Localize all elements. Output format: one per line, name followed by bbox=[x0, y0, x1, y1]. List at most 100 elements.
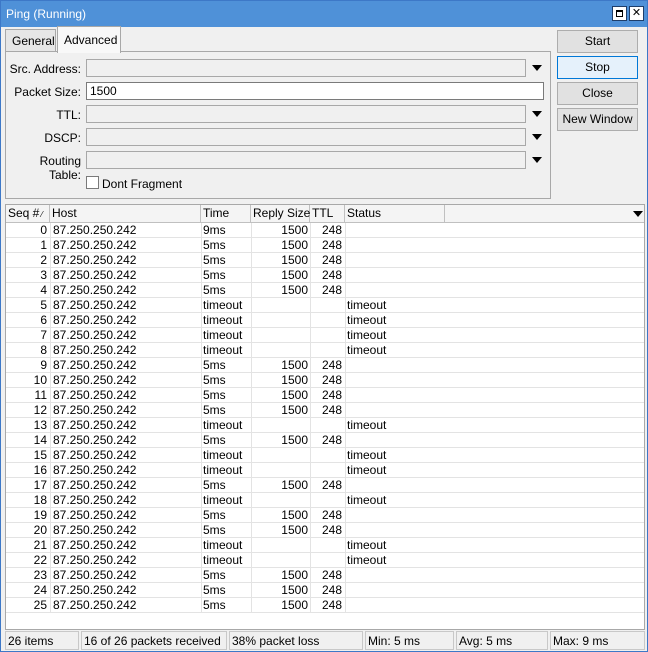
cell-host: 87.250.250.242 bbox=[53, 343, 137, 357]
cell-host: 87.250.250.242 bbox=[53, 463, 137, 477]
cell-host: 87.250.250.242 bbox=[53, 403, 137, 417]
src-address-field[interactable] bbox=[86, 59, 526, 77]
table-row[interactable]: 19 87.250.250.242 5ms 1500 248 bbox=[6, 508, 644, 523]
cell-reply-size: 1500 bbox=[281, 223, 308, 237]
cell-time: 5ms bbox=[203, 373, 226, 387]
cell-status bbox=[347, 238, 443, 253]
dont-fragment-label: Dont Fragment bbox=[102, 177, 183, 191]
status-bar: 26 items 16 of 26 packets received 38% p… bbox=[5, 631, 645, 650]
cell-status: timeout bbox=[347, 328, 387, 342]
sort-icon: ⁄ bbox=[41, 210, 43, 219]
table-row[interactable]: 8 87.250.250.242 timeout timeout bbox=[6, 343, 644, 358]
cell-reply-size bbox=[251, 493, 308, 508]
column-header-time[interactable]: Time bbox=[201, 205, 251, 223]
table-row[interactable]: 12 87.250.250.242 5ms 1500 248 bbox=[6, 403, 644, 418]
cell-status bbox=[347, 283, 443, 298]
cell-seq: 6 bbox=[40, 313, 47, 327]
dscp-field[interactable] bbox=[86, 128, 526, 146]
column-header-seq[interactable]: Seq # ⁄ bbox=[6, 205, 50, 223]
src-address-dropdown-icon[interactable] bbox=[532, 65, 542, 71]
ping-results-table[interactable]: Seq # ⁄ Host Time Reply Size TTL Status 0… bbox=[5, 204, 645, 630]
cell-seq: 4 bbox=[40, 283, 47, 297]
table-row[interactable]: 21 87.250.250.242 timeout timeout bbox=[6, 538, 644, 553]
cell-time: timeout bbox=[203, 418, 243, 432]
cell-seq: 17 bbox=[33, 478, 47, 492]
cell-host: 87.250.250.242 bbox=[53, 478, 137, 492]
table-row[interactable]: 4 87.250.250.242 5ms 1500 248 bbox=[6, 283, 644, 298]
column-header-status[interactable]: Status bbox=[345, 205, 445, 223]
cell-host: 87.250.250.242 bbox=[53, 553, 137, 567]
routing-table-dropdown-icon[interactable] bbox=[532, 157, 542, 163]
cell-ttl bbox=[310, 343, 342, 358]
table-row[interactable]: 16 87.250.250.242 timeout timeout bbox=[6, 463, 644, 478]
cell-seq: 5 bbox=[40, 298, 47, 312]
packet-size-field[interactable]: 1500 bbox=[86, 82, 544, 100]
table-row[interactable]: 3 87.250.250.242 5ms 1500 248 bbox=[6, 268, 644, 283]
table-row[interactable]: 10 87.250.250.242 5ms 1500 248 bbox=[6, 373, 644, 388]
ttl-dropdown-icon[interactable] bbox=[532, 111, 542, 117]
tab-general[interactable]: General bbox=[5, 29, 56, 51]
title-bar[interactable]: Ping (Running) ✕ bbox=[1, 1, 647, 27]
stop-button[interactable]: Stop bbox=[557, 56, 638, 79]
table-row[interactable]: 14 87.250.250.242 5ms 1500 248 bbox=[6, 433, 644, 448]
dont-fragment-checkbox[interactable] bbox=[86, 176, 99, 189]
cell-time: timeout bbox=[203, 298, 243, 312]
table-row[interactable]: 13 87.250.250.242 timeout timeout bbox=[6, 418, 644, 433]
close-button[interactable]: Close bbox=[557, 82, 638, 105]
cell-ttl bbox=[310, 328, 342, 343]
new-window-button[interactable]: New Window bbox=[557, 108, 638, 131]
table-row[interactable]: 18 87.250.250.242 timeout timeout bbox=[6, 493, 644, 508]
table-row[interactable]: 25 87.250.250.242 5ms 1500 248 bbox=[6, 598, 644, 613]
maximize-button[interactable] bbox=[612, 6, 627, 21]
column-divider bbox=[50, 223, 51, 613]
cell-status bbox=[347, 568, 443, 583]
cell-seq: 1 bbox=[40, 238, 47, 252]
ttl-field[interactable] bbox=[86, 105, 526, 123]
table-row[interactable]: 15 87.250.250.242 timeout timeout bbox=[6, 448, 644, 463]
table-row[interactable]: 5 87.250.250.242 timeout timeout bbox=[6, 298, 644, 313]
cell-ttl: 248 bbox=[321, 388, 342, 402]
cell-time: timeout bbox=[203, 553, 243, 567]
table-row[interactable]: 9 87.250.250.242 5ms 1500 248 bbox=[6, 358, 644, 373]
table-row[interactable]: 17 87.250.250.242 5ms 1500 248 bbox=[6, 478, 644, 493]
column-divider bbox=[310, 223, 311, 613]
table-row[interactable]: 2 87.250.250.242 5ms 1500 248 bbox=[6, 253, 644, 268]
table-row[interactable]: 24 87.250.250.242 5ms 1500 248 bbox=[6, 583, 644, 598]
cell-ttl: 248 bbox=[321, 508, 342, 522]
tab-advanced[interactable]: Advanced bbox=[57, 26, 121, 53]
cell-seq: 10 bbox=[33, 373, 47, 387]
cell-host: 87.250.250.242 bbox=[53, 298, 137, 312]
close-window-button[interactable]: ✕ bbox=[629, 6, 644, 21]
cell-reply-size bbox=[251, 463, 308, 478]
cell-ttl bbox=[310, 463, 342, 478]
cell-seq: 19 bbox=[33, 508, 47, 522]
cell-host: 87.250.250.242 bbox=[53, 253, 137, 267]
cell-reply-size: 1500 bbox=[281, 388, 308, 402]
cell-time: timeout bbox=[203, 343, 243, 357]
cell-reply-size: 1500 bbox=[281, 238, 308, 252]
routing-table-field[interactable] bbox=[86, 151, 526, 169]
table-row[interactable]: 1 87.250.250.242 5ms 1500 248 bbox=[6, 238, 644, 253]
table-row[interactable]: 20 87.250.250.242 5ms 1500 248 bbox=[6, 523, 644, 538]
column-header-host[interactable]: Host bbox=[50, 205, 201, 223]
cell-host: 87.250.250.242 bbox=[53, 418, 137, 432]
column-header-ttl[interactable]: TTL bbox=[310, 205, 345, 223]
table-row[interactable]: 6 87.250.250.242 timeout timeout bbox=[6, 313, 644, 328]
cell-status bbox=[347, 583, 443, 598]
cell-reply-size bbox=[251, 448, 308, 463]
columns-dropdown-icon[interactable] bbox=[633, 211, 643, 217]
table-row[interactable]: 22 87.250.250.242 timeout timeout bbox=[6, 553, 644, 568]
table-row[interactable]: 7 87.250.250.242 timeout timeout bbox=[6, 328, 644, 343]
cell-status bbox=[347, 253, 443, 268]
dscp-dropdown-icon[interactable] bbox=[532, 134, 542, 140]
cell-status: timeout bbox=[347, 418, 387, 432]
cell-time: 5ms bbox=[203, 433, 226, 447]
cell-seq: 9 bbox=[40, 358, 47, 372]
cell-ttl bbox=[310, 298, 342, 313]
table-row[interactable]: 0 87.250.250.242 9ms 1500 248 bbox=[6, 223, 644, 238]
table-row[interactable]: 11 87.250.250.242 5ms 1500 248 bbox=[6, 388, 644, 403]
start-button[interactable]: Start bbox=[557, 30, 638, 53]
column-header-reply-size[interactable]: Reply Size bbox=[251, 205, 310, 223]
cell-status: timeout bbox=[347, 448, 387, 462]
table-row[interactable]: 23 87.250.250.242 5ms 1500 248 bbox=[6, 568, 644, 583]
